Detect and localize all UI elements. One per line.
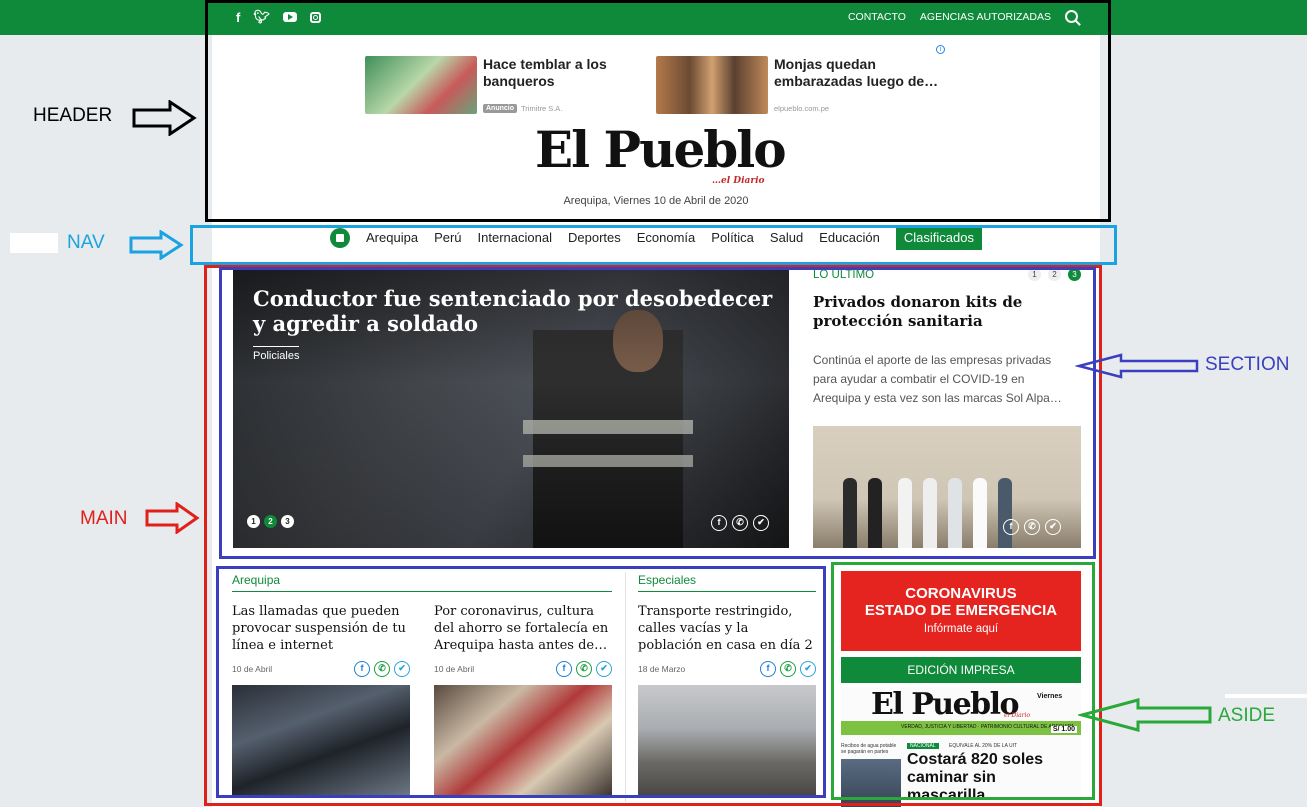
- section-outline: [219, 267, 1096, 559]
- annotation-mask: [10, 233, 58, 253]
- section-annotation: SECTION: [1205, 354, 1290, 375]
- aside-arrow-icon: [1078, 698, 1212, 732]
- section-outline: [216, 566, 826, 798]
- main-annotation: MAIN: [80, 508, 128, 529]
- aside-annotation: ASIDE: [1218, 705, 1276, 726]
- header-outline: [205, 0, 1111, 222]
- nav-outline: [190, 225, 1117, 265]
- section-arrow-icon: [1075, 353, 1199, 379]
- header-arrow-icon: [132, 100, 197, 136]
- aside-outline: [831, 562, 1095, 800]
- nav-arrow-icon: [129, 230, 184, 260]
- annotation-mask: [1225, 694, 1307, 698]
- main-arrow-icon: [145, 502, 200, 534]
- header-annotation: HEADER: [33, 105, 113, 126]
- nav-annotation: NAV: [67, 232, 105, 253]
